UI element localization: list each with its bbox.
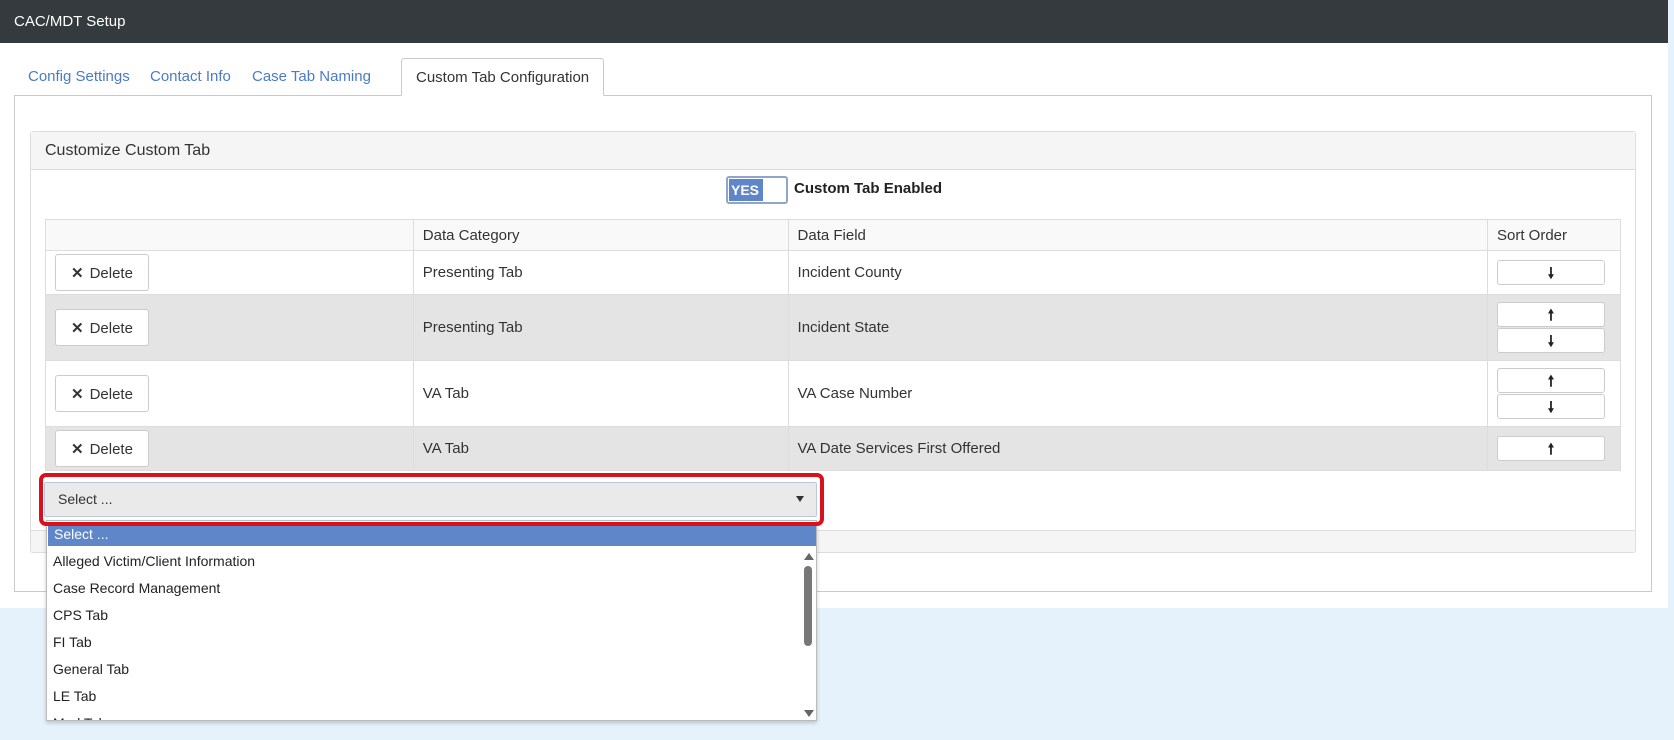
tab-pane: Customize Custom Tab YES Custom Tab Enab… [14, 95, 1652, 592]
move-up-button[interactable]: 🠕 [1496, 368, 1605, 393]
close-icon: ✕ [71, 441, 84, 458]
tab-contact-info[interactable]: Contact Info [136, 58, 245, 96]
select-dropdown-list: Select ... Alleged Victim/Client Informa… [46, 520, 817, 721]
delete-button[interactable]: ✕ Delete [55, 375, 149, 412]
move-up-button[interactable]: 🠕 [1496, 302, 1605, 327]
close-icon: ✕ [71, 265, 84, 282]
option-select[interactable]: Select ... [48, 522, 816, 546]
row-sort-cell: 🠕 [1486, 426, 1622, 471]
tab-bar: Config Settings Contact Info Case Tab Na… [14, 58, 1652, 96]
tab-config-settings[interactable]: Config Settings [14, 58, 144, 96]
row-category: VA Tab [412, 360, 789, 427]
delete-button[interactable]: ✕ Delete [55, 254, 149, 291]
close-icon: ✕ [71, 320, 84, 337]
header-sort-order: Sort Order [1486, 219, 1622, 251]
option-med-tab[interactable]: Med Tab [47, 710, 802, 720]
arrow-down-icon: 🠗 [1547, 265, 1555, 282]
custom-fields-table: Data Category Data Field Sort Order ✕ Del… [45, 219, 1622, 471]
close-icon: ✕ [71, 386, 84, 403]
delete-label: Delete [89, 320, 133, 337]
option-general-tab[interactable]: General Tab [47, 656, 802, 683]
row-sort-cell: 🠕 🠗 [1486, 294, 1622, 361]
row-category: Presenting Tab [412, 250, 789, 295]
delete-label: Delete [89, 386, 133, 403]
row-actions-cell: ✕ Delete [45, 360, 414, 427]
delete-label: Delete [89, 265, 133, 282]
table-row: ✕ Delete VA Tab VA Date Services First Of… [45, 426, 1622, 471]
dropdown-scrollbar[interactable] [800, 549, 816, 720]
delete-button[interactable]: ✕ Delete [55, 309, 149, 346]
arrow-up-icon: 🠕 [1547, 307, 1555, 324]
move-down-button[interactable]: 🠗 [1496, 394, 1605, 419]
move-down-button[interactable]: 🠗 [1496, 260, 1605, 285]
chevron-down-icon [796, 496, 804, 502]
toggle-knob [764, 179, 784, 201]
scroll-up-icon[interactable] [804, 553, 814, 560]
table-header-row: Data Category Data Field Sort Order [45, 219, 1622, 251]
option-alleged-victim[interactable]: Alleged Victim/Client Information [47, 548, 802, 575]
table-row: ✕ Delete VA Tab VA Case Number 🠕 🠗 [45, 360, 1622, 427]
arrow-up-icon: 🠕 [1547, 441, 1555, 458]
move-down-button[interactable]: 🠗 [1496, 328, 1605, 353]
row-actions-cell: ✕ Delete [45, 294, 414, 361]
header-data-category: Data Category [412, 219, 789, 251]
toggle-label: Custom Tab Enabled [794, 180, 943, 197]
table-row: ✕ Delete Presenting Tab Incident State 🠕 … [45, 294, 1622, 361]
option-cps-tab[interactable]: CPS Tab [47, 602, 802, 629]
row-field: Incident County [787, 250, 1488, 295]
delete-label: Delete [89, 441, 133, 458]
toggle-state-label: YES [729, 179, 763, 201]
row-field: Incident State [787, 294, 1488, 361]
move-up-button[interactable]: 🠕 [1496, 436, 1605, 461]
header-actions [45, 219, 414, 251]
tab-case-tab-naming[interactable]: Case Tab Naming [238, 58, 385, 96]
tab-custom-tab-configuration[interactable]: Custom Tab Configuration [401, 58, 605, 96]
window-title: CAC/MDT Setup [0, 0, 1668, 43]
arrow-down-icon: 🠗 [1547, 333, 1555, 350]
panel-heading: Customize Custom Tab [31, 132, 1635, 170]
row-field: VA Date Services First Offered [787, 426, 1488, 471]
row-category: Presenting Tab [412, 294, 789, 361]
scroll-down-icon[interactable] [804, 710, 814, 717]
delete-button[interactable]: ✕ Delete [55, 430, 149, 467]
option-fi-tab[interactable]: FI Tab [47, 629, 802, 656]
select-value: Select ... [58, 491, 113, 507]
row-category: VA Tab [412, 426, 789, 471]
option-case-record-management[interactable]: Case Record Management [47, 575, 802, 602]
option-le-tab[interactable]: LE Tab [47, 683, 802, 710]
row-actions-cell: ✕ Delete [45, 426, 414, 471]
table-row: ✕ Delete Presenting Tab Incident County 🠗 [45, 250, 1622, 295]
row-field: VA Case Number [787, 360, 1488, 427]
scroll-thumb[interactable] [804, 566, 812, 646]
arrow-down-icon: 🠗 [1547, 399, 1555, 416]
header-data-field: Data Field [787, 219, 1488, 251]
arrow-up-icon: 🠕 [1547, 373, 1555, 390]
data-category-select[interactable]: Select ... [44, 482, 817, 517]
row-sort-cell: 🠕 🠗 [1486, 360, 1622, 427]
row-sort-cell: 🠗 [1486, 250, 1622, 295]
custom-tab-enabled-toggle[interactable]: YES [726, 176, 788, 204]
row-actions-cell: ✕ Delete [45, 250, 414, 295]
